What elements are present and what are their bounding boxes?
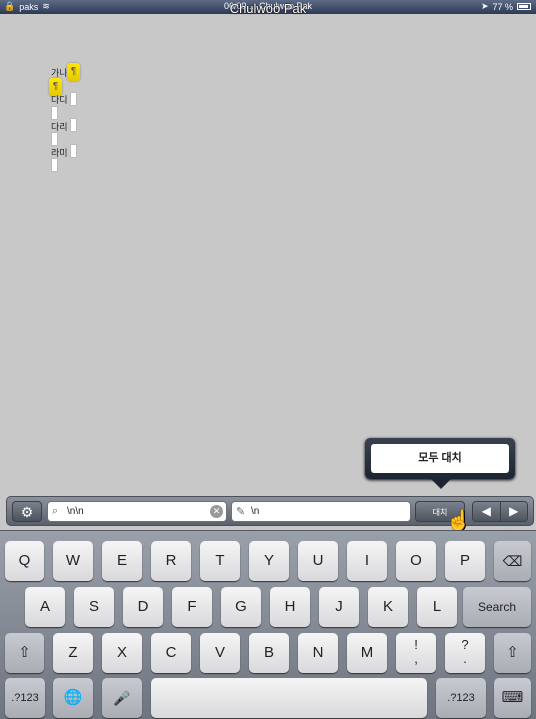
key-a[interactable]: A — [25, 587, 65, 627]
search-field[interactable]: ⌕ \n\n ✕ — [47, 501, 227, 522]
clear-icon[interactable]: ✕ — [210, 505, 223, 518]
pilcrow-marker: ¶ — [67, 63, 80, 81]
key-m[interactable]: M — [347, 633, 387, 673]
replace-all-button[interactable]: 모두 대치 — [371, 444, 509, 473]
key-f[interactable]: F — [172, 587, 212, 627]
search-key[interactable]: Search — [463, 587, 531, 627]
key-i[interactable]: I — [347, 541, 387, 581]
key-d[interactable]: D — [123, 587, 163, 627]
backspace-icon[interactable]: ⌫ — [494, 541, 531, 581]
next-icon[interactable]: ▶ — [499, 502, 527, 521]
key-exclaim-comma[interactable]: ! , — [396, 633, 436, 673]
key-n[interactable]: N — [298, 633, 338, 673]
paragraph-marker — [51, 158, 58, 172]
hide-keyboard-icon[interactable]: ⌨ — [494, 678, 531, 718]
replace-popover: 모두 대치 — [365, 438, 515, 489]
paragraph-marker — [70, 118, 77, 132]
key-b[interactable]: B — [249, 633, 289, 673]
previous-icon[interactable]: ◀ — [473, 502, 500, 521]
onscreen-keyboard: Q W E R T Y U I O P ⌫ A S D F G H J K L … — [0, 530, 536, 719]
key-x[interactable]: X — [102, 633, 142, 673]
find-navigation: ◀ ▶ — [472, 501, 528, 522]
shift-left-icon[interactable]: ⇧ — [5, 633, 44, 673]
numbers-key-left[interactable]: .?123 — [5, 678, 45, 718]
key-q[interactable]: Q — [5, 541, 44, 581]
popover-arrow — [431, 479, 451, 489]
pencil-icon: ✎ — [236, 506, 246, 518]
key-g[interactable]: G — [221, 587, 261, 627]
paragraph-marker — [51, 106, 58, 120]
paragraph-marker — [51, 132, 58, 146]
key-v[interactable]: V — [200, 633, 240, 673]
key-question-period[interactable]: ? . — [445, 633, 485, 673]
gear-icon[interactable]: ⚙ — [12, 501, 42, 522]
replace-field[interactable]: ✎ \n — [231, 501, 411, 522]
globe-icon[interactable]: 🌐 — [53, 678, 93, 718]
space-key[interactable] — [151, 678, 427, 718]
key-h[interactable]: H — [270, 587, 310, 627]
text-line[interactable]: 다디 — [51, 93, 68, 106]
key-w[interactable]: W — [53, 541, 93, 581]
search-icon: ⌕ — [52, 505, 59, 517]
key-t[interactable]: T — [200, 541, 240, 581]
document-area[interactable]: 가나 ¶ ¶ 다디 다리 라미 — [0, 14, 536, 494]
paragraph-marker — [70, 92, 77, 106]
key-o[interactable]: O — [396, 541, 436, 581]
key-z[interactable]: Z — [53, 633, 93, 673]
key-y[interactable]: Y — [249, 541, 289, 581]
replace-input[interactable]: \n — [251, 506, 259, 517]
paragraph-marker — [70, 144, 77, 158]
key-r[interactable]: R — [151, 541, 191, 581]
key-k[interactable]: K — [368, 587, 408, 627]
key-s[interactable]: S — [74, 587, 114, 627]
key-e[interactable]: E — [102, 541, 142, 581]
key-l[interactable]: L — [417, 587, 457, 627]
numbers-key-right[interactable]: .?123 — [436, 678, 486, 718]
key-p[interactable]: P — [445, 541, 485, 581]
shift-right-icon[interactable]: ⇧ — [494, 633, 531, 673]
key-c[interactable]: C — [151, 633, 191, 673]
microphone-icon[interactable]: 🎤 — [102, 678, 142, 718]
key-j[interactable]: J — [319, 587, 359, 627]
key-u[interactable]: U — [298, 541, 338, 581]
search-input[interactable]: \n\n — [67, 506, 84, 517]
